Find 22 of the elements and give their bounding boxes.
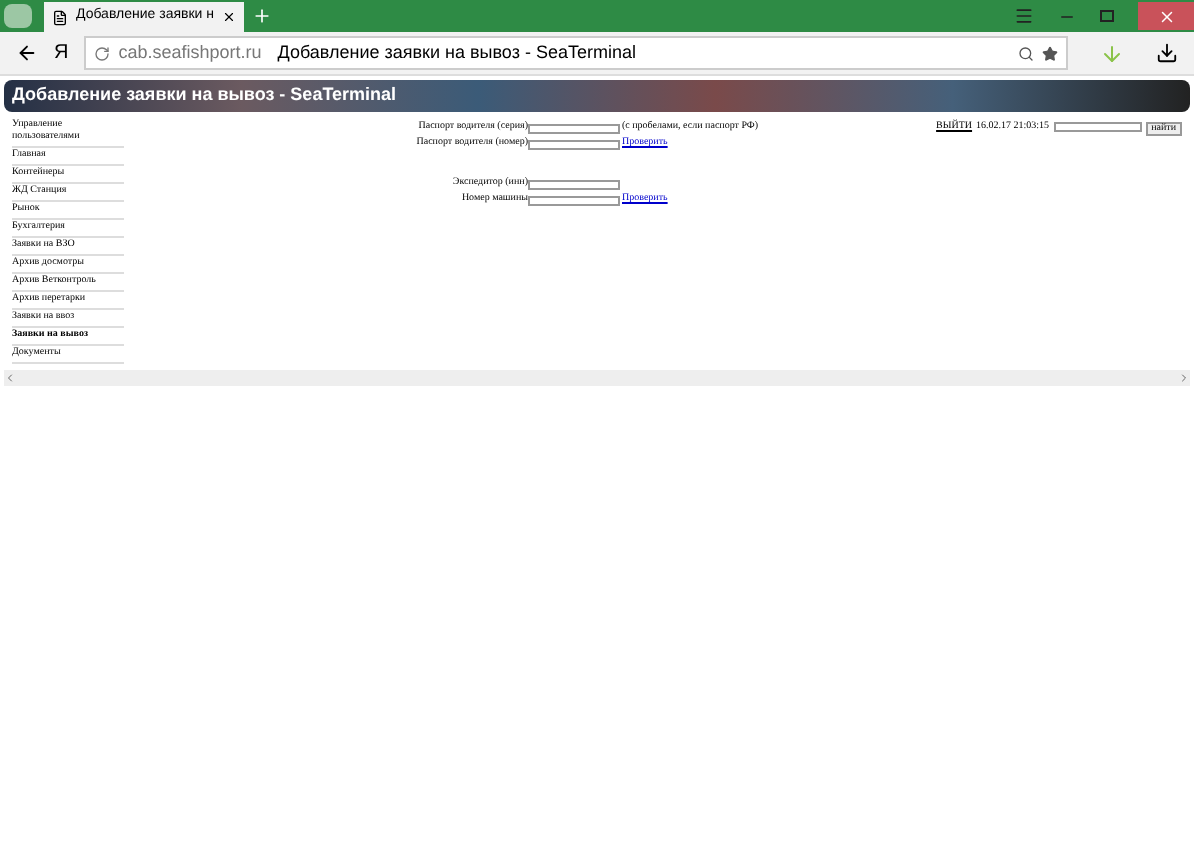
close-icon bbox=[1157, 7, 1175, 25]
input-field[interactable] bbox=[528, 123, 620, 133]
scroll-left-icon[interactable] bbox=[4, 372, 16, 384]
download-arrow-icon[interactable] bbox=[1100, 41, 1124, 65]
banner-title: Добавление заявки на вывоз - SeaTerminal bbox=[12, 82, 397, 109]
new-tab-icon[interactable] bbox=[252, 6, 272, 26]
close-tab-icon[interactable] bbox=[222, 10, 236, 24]
browser-logo-icon[interactable] bbox=[4, 4, 32, 28]
restore-icon[interactable] bbox=[1100, 10, 1114, 22]
close-window-button[interactable] bbox=[1138, 2, 1194, 30]
input-field[interactable] bbox=[528, 179, 620, 189]
scroll-right-icon[interactable] bbox=[1178, 372, 1190, 384]
back-icon[interactable] bbox=[16, 42, 38, 64]
yandex-button[interactable]: Я bbox=[54, 38, 69, 68]
search-field[interactable] bbox=[1053, 122, 1142, 132]
address-bar[interactable]: cab.seafishport.ru Добавление заявки на вывоз - SeaTerminal bbox=[84, 36, 1068, 70]
input-field[interactable] bbox=[528, 195, 620, 205]
download-icon[interactable] bbox=[1156, 42, 1178, 64]
page-icon bbox=[52, 9, 68, 25]
input-field[interactable] bbox=[528, 139, 620, 149]
horizontal-scrollbar[interactable] bbox=[4, 370, 1190, 386]
menu-icon[interactable] bbox=[1014, 6, 1034, 26]
